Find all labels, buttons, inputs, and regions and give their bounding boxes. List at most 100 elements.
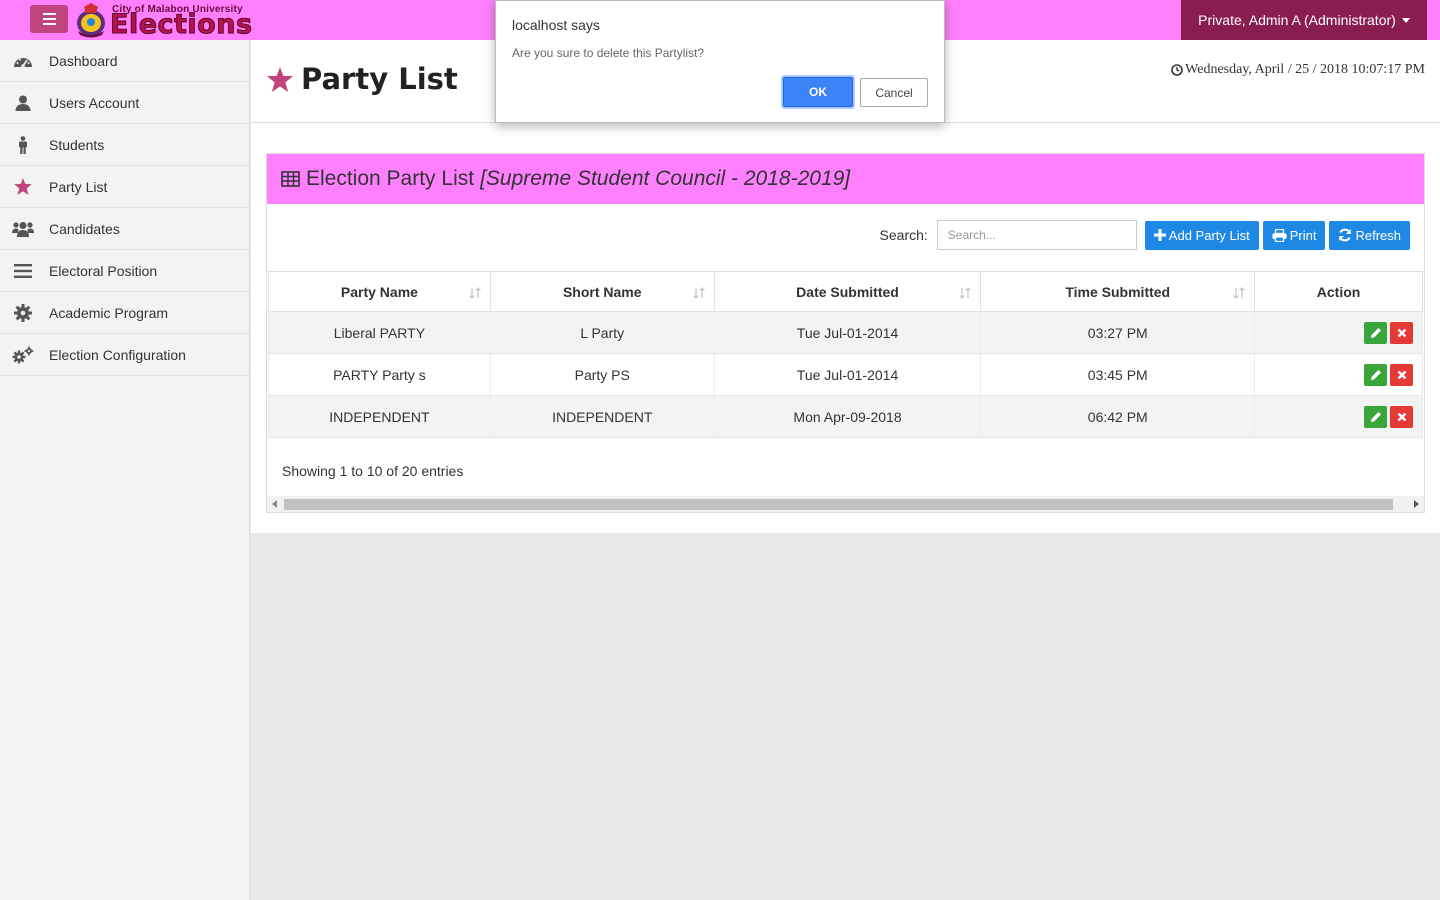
table-row: Liberal PARTY L Party Tue Jul-01-2014 03…: [268, 311, 1423, 354]
gear-icon: [12, 303, 34, 323]
student-icon: [12, 135, 34, 155]
caret-down-icon: [1401, 17, 1410, 23]
horizontal-scrollbar[interactable]: [267, 496, 1424, 512]
cell-party-name: INDEPENDENT: [268, 395, 491, 438]
sort-icon: [1233, 287, 1246, 299]
sidebar-item-party-list[interactable]: Party List: [0, 166, 249, 208]
pencil-icon: [1370, 411, 1381, 422]
column-header-date-submitted[interactable]: Date Submitted: [713, 271, 982, 312]
delete-button[interactable]: [1390, 321, 1413, 344]
party-list-panel: Election Party List [Supreme Student Cou…: [266, 153, 1425, 513]
refresh-label: Refresh: [1355, 227, 1401, 243]
pencil-icon: [1370, 369, 1381, 380]
edit-button[interactable]: [1364, 405, 1387, 428]
cell-action: [1254, 395, 1423, 438]
column-header-party-name[interactable]: Party Name: [268, 271, 491, 312]
sidebar-item-label: Election Configuration: [49, 346, 186, 363]
add-party-list-button[interactable]: Add Party List: [1144, 220, 1259, 250]
scrollbar-thumb[interactable]: [284, 499, 1393, 510]
cell-action: [1254, 311, 1423, 354]
column-header-short-name[interactable]: Short Name: [489, 271, 715, 312]
dialog-message: Are you sure to delete this Partylist?: [512, 46, 705, 60]
cancel-button[interactable]: Cancel: [860, 78, 928, 107]
table-row: INDEPENDENT INDEPENDENT Mon Apr-09-2018 …: [268, 395, 1423, 438]
sidebar-item-candidates[interactable]: Candidates: [0, 208, 249, 250]
sidebar-item-users-account[interactable]: Users Account: [0, 82, 249, 124]
sidebar-item-electoral-position[interactable]: Electoral Position: [0, 250, 249, 292]
sidebar-item-label: Students: [49, 136, 105, 153]
sidebar-item-label: Users Account: [49, 94, 140, 111]
refresh-icon: [1339, 228, 1352, 242]
cell-date-submitted: Tue Jul-01-2014: [713, 353, 982, 396]
sidebar-item-label: Electoral Position: [49, 262, 158, 279]
cell-date-submitted: Mon Apr-09-2018: [713, 395, 982, 438]
cell-time-submitted: 03:27 PM: [980, 311, 1256, 354]
edit-button[interactable]: [1364, 321, 1387, 344]
star-icon: [12, 177, 34, 197]
table-toolbar: Search: Add Party List Print Refresh: [880, 220, 1410, 250]
column-header-time-submitted[interactable]: Time Submitted: [980, 271, 1256, 312]
university-seal-icon: [77, 3, 105, 38]
panel-heading: Election Party List [Supreme Student Cou…: [267, 154, 1424, 204]
cell-short-name: Party PS: [489, 353, 715, 396]
edit-button[interactable]: [1364, 363, 1387, 386]
sidebar-item-students[interactable]: Students: [0, 124, 249, 166]
datetime-text: Wednesday, April / 25 / 2018 10:07:17 PM: [1185, 62, 1425, 77]
refresh-button[interactable]: Refresh: [1329, 220, 1410, 250]
table-header-row: Party Name Short Name Date Submitted Tim…: [268, 271, 1423, 312]
sort-icon: [959, 287, 972, 299]
table-icon: [281, 171, 300, 187]
sidebar-item-academic-program[interactable]: Academic Program: [0, 292, 249, 334]
table-row: PARTY Party s Party PS Tue Jul-01-2014 0…: [268, 353, 1423, 396]
page-title-text: Party List: [301, 62, 458, 96]
ok-button[interactable]: OK: [783, 77, 853, 107]
user-name-label: Private, Admin A (Administrator): [1198, 12, 1396, 28]
confirm-dialog: localhost says Are you sure to delete th…: [495, 0, 945, 123]
sort-icon: [468, 287, 481, 299]
sidebar: Dashboard Users Account Students Party L…: [0, 40, 250, 900]
cell-time-submitted: 06:42 PM: [980, 395, 1256, 438]
pencil-icon: [1370, 327, 1381, 338]
brand-title: Elections: [110, 9, 253, 40]
datetime-display: Wednesday, April / 25 / 2018 10:07:17 PM: [1171, 62, 1425, 78]
page-title: Party List: [267, 62, 458, 96]
bars-icon: [12, 261, 34, 281]
cell-time-submitted: 03:45 PM: [980, 353, 1256, 396]
cell-short-name: INDEPENDENT: [489, 395, 715, 438]
sidebar-item-label: Academic Program: [49, 304, 169, 321]
user-icon: [12, 93, 34, 113]
cell-party-name: Liberal PARTY: [268, 311, 491, 354]
brand-logo[interactable]: City of Malabon University Elections: [75, 1, 275, 40]
clock-icon: [1171, 64, 1183, 76]
cell-date-submitted: Tue Jul-01-2014: [713, 311, 982, 354]
sidebar-item-election-configuration[interactable]: Election Configuration: [0, 334, 249, 376]
sidebar-item-label: Dashboard: [49, 52, 118, 69]
cell-short-name: L Party: [489, 311, 715, 354]
cogs-icon: [12, 345, 34, 365]
close-icon: [1397, 370, 1406, 379]
table-info: Showing 1 to 10 of 20 entries: [282, 463, 464, 479]
column-header-action: Action: [1254, 271, 1423, 312]
sidebar-item-dashboard[interactable]: Dashboard: [0, 40, 249, 82]
print-label: Print: [1289, 227, 1317, 243]
menu-toggle-button[interactable]: [30, 5, 68, 33]
scroll-left-icon[interactable]: [272, 500, 277, 508]
sidebar-item-label: Party List: [49, 178, 108, 195]
dashboard-icon: [12, 51, 34, 71]
close-icon: [1397, 412, 1406, 421]
print-button[interactable]: Print: [1262, 220, 1326, 250]
party-list-table: Party Name Short Name Date Submitted Tim…: [268, 271, 1423, 438]
user-menu-dropdown[interactable]: Private, Admin A (Administrator): [1181, 0, 1427, 40]
close-icon: [1397, 328, 1406, 337]
scroll-right-icon[interactable]: [1414, 500, 1419, 508]
search-input[interactable]: [936, 220, 1137, 250]
users-icon: [12, 219, 34, 239]
delete-button[interactable]: [1390, 405, 1413, 428]
add-party-list-label: Add Party List: [1168, 227, 1250, 243]
star-icon: [267, 66, 293, 92]
print-icon: [1272, 228, 1287, 242]
delete-button[interactable]: [1390, 363, 1413, 386]
search-label: Search:: [879, 227, 928, 243]
cell-party-name: PARTY Party s: [268, 353, 491, 396]
sort-icon: [692, 287, 705, 299]
